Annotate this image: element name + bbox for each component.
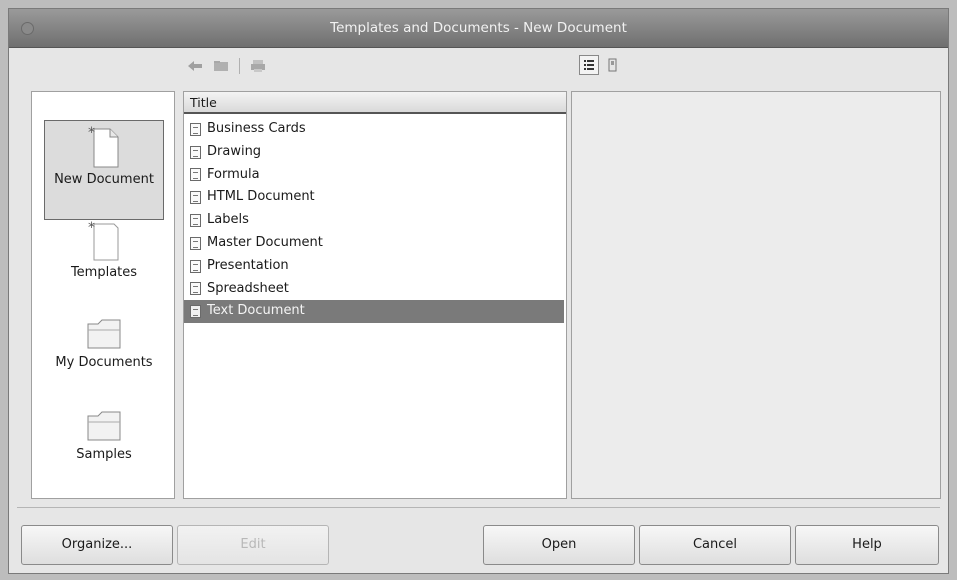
navigation-toolbar: [185, 55, 268, 77]
list-item[interactable]: Formula: [184, 164, 566, 187]
nav-templates[interactable]: * Templates: [44, 220, 164, 282]
document-preview-icon[interactable]: [603, 55, 623, 75]
column-header-title[interactable]: Title: [184, 92, 566, 114]
list-item-label: Drawing: [207, 143, 262, 159]
list-item-label: Formula: [207, 166, 260, 182]
document-icon: [190, 122, 201, 136]
preview-panel: [571, 91, 941, 499]
list-item[interactable]: Master Document: [184, 232, 566, 255]
folder-icon: [87, 411, 121, 441]
nav-label: My Documents: [55, 355, 153, 370]
help-button[interactable]: Help: [795, 525, 939, 565]
list-item-label: Labels: [207, 212, 249, 228]
document-list[interactable]: Title Business Cards Drawing Formula HTM…: [183, 91, 567, 499]
spreadsheet-icon: [190, 282, 201, 296]
nav-new-document[interactable]: * New Document: [44, 120, 164, 220]
html-document-icon: [190, 191, 201, 205]
list-item-label: Master Document: [207, 234, 323, 250]
view-toolbar: [579, 53, 623, 77]
folder-icon: [87, 319, 121, 349]
svg-text:*: *: [88, 220, 95, 236]
cancel-button[interactable]: Cancel: [639, 525, 791, 565]
nav-samples[interactable]: Samples: [44, 402, 164, 464]
templates-icon: *: [88, 220, 119, 261]
button-divider: [17, 507, 940, 508]
svg-text:*: *: [88, 125, 95, 141]
list-item-label: Business Cards: [207, 121, 306, 136]
list-item-label: HTML Document: [207, 189, 315, 205]
list-item[interactable]: HTML Document: [184, 186, 566, 209]
document-details-icon[interactable]: [579, 55, 599, 75]
list-item-label: Presentation: [207, 257, 289, 273]
title-bar[interactable]: Templates and Documents - New Document: [9, 9, 948, 48]
new-document-icon: *: [88, 125, 119, 168]
master-document-icon: [190, 236, 201, 250]
folder-up-icon[interactable]: [211, 56, 231, 76]
list-item[interactable]: Spreadsheet: [184, 278, 566, 301]
nav-my-documents[interactable]: My Documents: [44, 310, 164, 372]
list-item[interactable]: Business Cards: [184, 118, 566, 141]
templates-dialog: Templates and Documents - New Document *: [8, 8, 949, 574]
list-item[interactable]: Drawing: [184, 141, 566, 164]
nav-label: Samples: [76, 447, 132, 462]
list-rows: Business Cards Drawing Formula HTML Docu…: [184, 118, 566, 324]
list-item[interactable]: Presentation: [184, 255, 566, 278]
window-title: Templates and Documents - New Document: [330, 20, 627, 36]
presentation-icon: [190, 259, 201, 273]
open-button[interactable]: Open: [483, 525, 635, 565]
list-item[interactable]: Labels: [184, 209, 566, 232]
text-document-icon: [190, 305, 201, 319]
nav-label: New Document: [54, 172, 154, 187]
nav-label: Templates: [70, 265, 138, 280]
drawing-icon: [190, 145, 201, 159]
list-item-label: Spreadsheet: [207, 280, 289, 296]
toolbar-separator: [239, 58, 240, 74]
formula-icon: [190, 168, 201, 182]
organize-button[interactable]: Organize...: [21, 525, 173, 565]
labels-icon: [190, 214, 201, 228]
list-item-label: Text Document: [207, 303, 305, 319]
edit-button[interactable]: Edit: [177, 525, 329, 565]
window-menu-icon[interactable]: [21, 22, 34, 35]
back-arrow-icon[interactable]: [185, 56, 205, 76]
category-panel: * New Document * Templates My Documents …: [31, 91, 175, 499]
print-icon[interactable]: [248, 56, 268, 76]
list-item-selected[interactable]: Text Document: [184, 300, 564, 324]
